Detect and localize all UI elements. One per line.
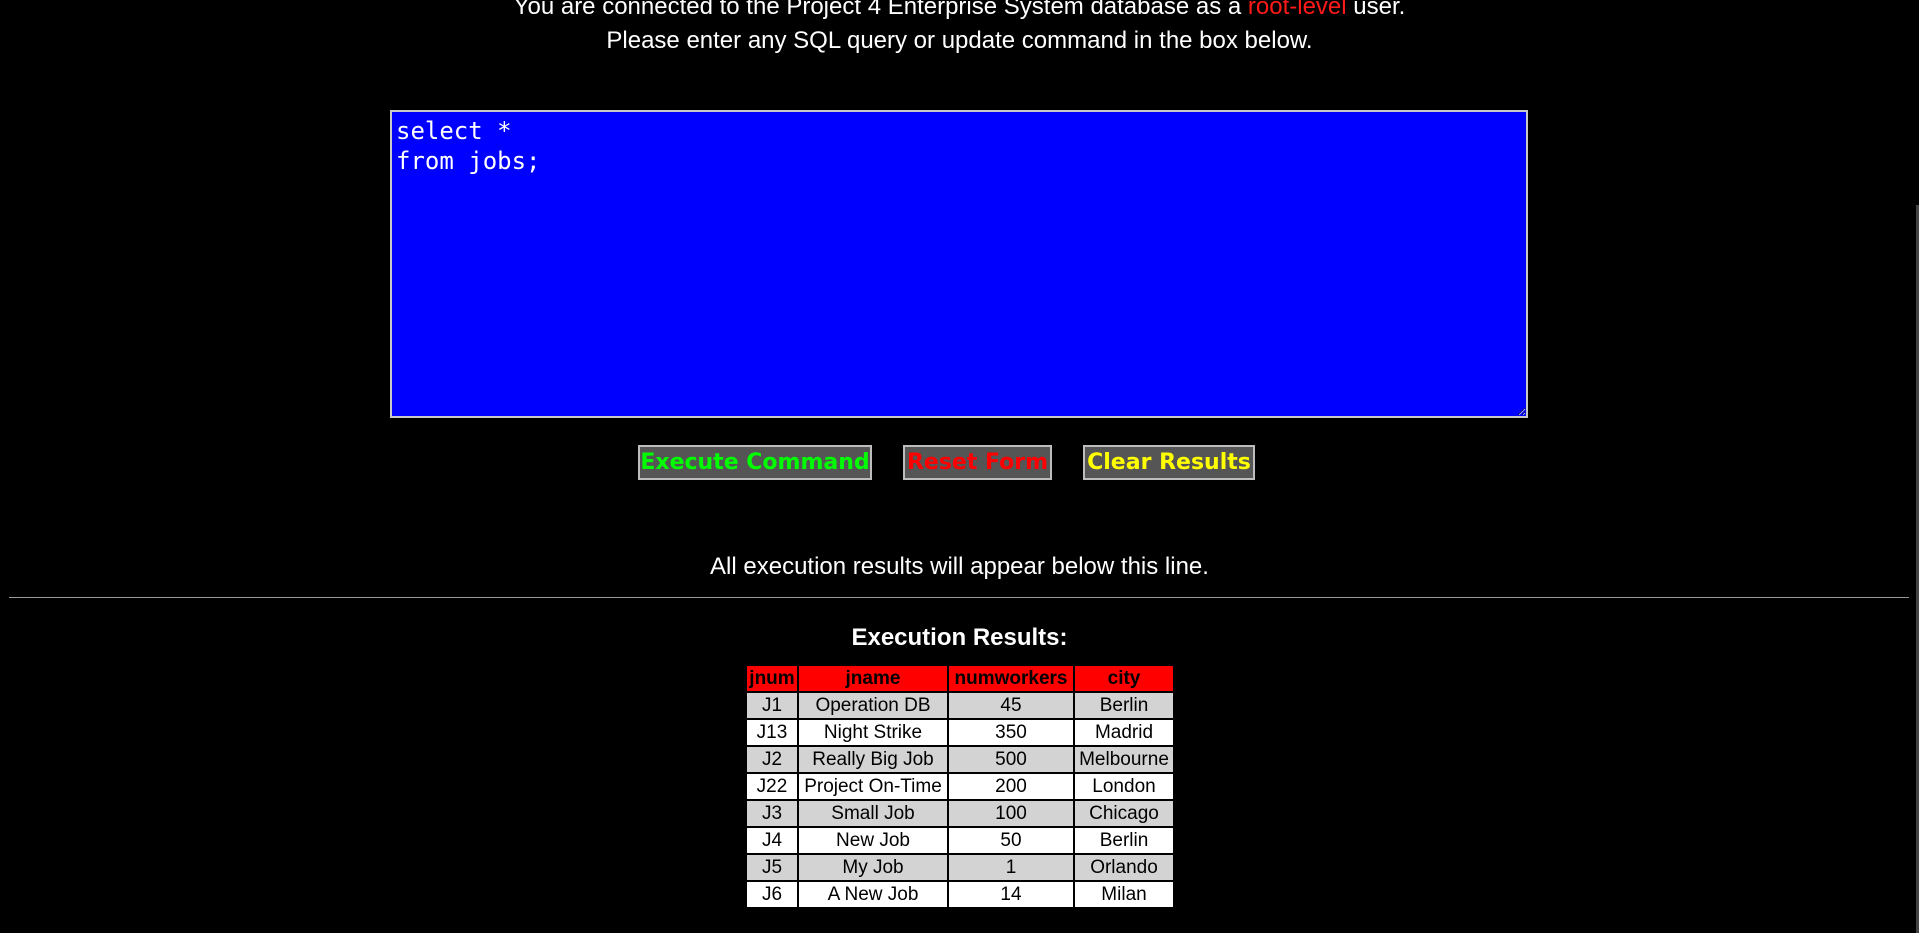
intro-text-after: user. bbox=[1346, 0, 1406, 20]
root-level-highlight: root-level bbox=[1247, 0, 1347, 20]
cell-city: Berlin bbox=[1075, 828, 1173, 853]
cell-jname: Operation DB bbox=[799, 693, 947, 718]
column-header-jname: jname bbox=[799, 666, 947, 691]
reset-form-button[interactable]: Reset Form bbox=[903, 445, 1052, 480]
column-header-jnum: jnum bbox=[747, 666, 797, 691]
table-row: J6 A New Job 14 Milan bbox=[747, 882, 1173, 907]
cell-jname: Night Strike bbox=[799, 720, 947, 745]
cell-jnum: J2 bbox=[747, 747, 797, 772]
cell-jname: A New Job bbox=[799, 882, 947, 907]
cell-jnum: J3 bbox=[747, 801, 797, 826]
cell-numworkers: 50 bbox=[949, 828, 1073, 853]
cell-city: Melbourne bbox=[1075, 747, 1173, 772]
clear-results-button[interactable]: Clear Results bbox=[1083, 445, 1255, 480]
cell-jnum: J22 bbox=[747, 774, 797, 799]
cell-city: Milan bbox=[1075, 882, 1173, 907]
sql-query-textarea[interactable] bbox=[390, 110, 1528, 418]
cell-jnum: J6 bbox=[747, 882, 797, 907]
table-row: J5 My Job 1 Orlando bbox=[747, 855, 1173, 880]
cell-numworkers: 14 bbox=[949, 882, 1073, 907]
cell-jnum: J4 bbox=[747, 828, 797, 853]
execute-command-button[interactable]: Execute Command bbox=[638, 445, 872, 480]
cell-jname: Project On-Time bbox=[799, 774, 947, 799]
column-header-numworkers: numworkers bbox=[949, 666, 1073, 691]
cell-jnum: J5 bbox=[747, 855, 797, 880]
table-row: J1 Operation DB 45 Berlin bbox=[747, 693, 1173, 718]
cell-numworkers: 100 bbox=[949, 801, 1073, 826]
cell-city: Orlando bbox=[1075, 855, 1173, 880]
results-table-body: J1 Operation DB 45 Berlin J13 Night Strike 350… bbox=[747, 693, 1173, 907]
cell-jnum: J13 bbox=[747, 720, 797, 745]
results-table: jnum jname numworkers city J1 Operation D… bbox=[745, 664, 1175, 909]
results-divider bbox=[9, 597, 1909, 598]
cell-jnum: J1 bbox=[747, 693, 797, 718]
results-note-text: All execution results will appear below … bbox=[710, 553, 1209, 580]
cell-numworkers: 45 bbox=[949, 693, 1073, 718]
cell-city: Chicago bbox=[1075, 801, 1173, 826]
cell-jname: Really Big Job bbox=[799, 747, 947, 772]
table-row: J2 Really Big Job 500 Melbourne bbox=[747, 747, 1173, 772]
table-header-row: jnum jname numworkers city bbox=[747, 666, 1173, 691]
cell-jname: New Job bbox=[799, 828, 947, 853]
cell-numworkers: 350 bbox=[949, 720, 1073, 745]
table-row: J4 New Job 50 Berlin bbox=[747, 828, 1173, 853]
cell-jname: My Job bbox=[799, 855, 947, 880]
cell-numworkers: 200 bbox=[949, 774, 1073, 799]
cell-city: Berlin bbox=[1075, 693, 1173, 718]
column-header-city: city bbox=[1075, 666, 1173, 691]
table-row: J13 Night Strike 350 Madrid bbox=[747, 720, 1173, 745]
cell-numworkers: 1 bbox=[949, 855, 1073, 880]
cell-jname: Small Job bbox=[799, 801, 947, 826]
connection-status-text: You are connected to the Project 4 Enter… bbox=[0, 0, 1919, 22]
intro-text-before: You are connected to the Project 4 Enter… bbox=[513, 0, 1248, 20]
results-title: Execution Results: bbox=[851, 624, 1068, 651]
cell-numworkers: 500 bbox=[949, 747, 1073, 772]
table-row: J3 Small Job 100 Chicago bbox=[747, 801, 1173, 826]
cell-city: London bbox=[1075, 774, 1173, 799]
table-row: J22 Project On-Time 200 London bbox=[747, 774, 1173, 799]
cell-city: Madrid bbox=[1075, 720, 1173, 745]
instruction-text: Please enter any SQL query or update com… bbox=[606, 27, 1313, 54]
